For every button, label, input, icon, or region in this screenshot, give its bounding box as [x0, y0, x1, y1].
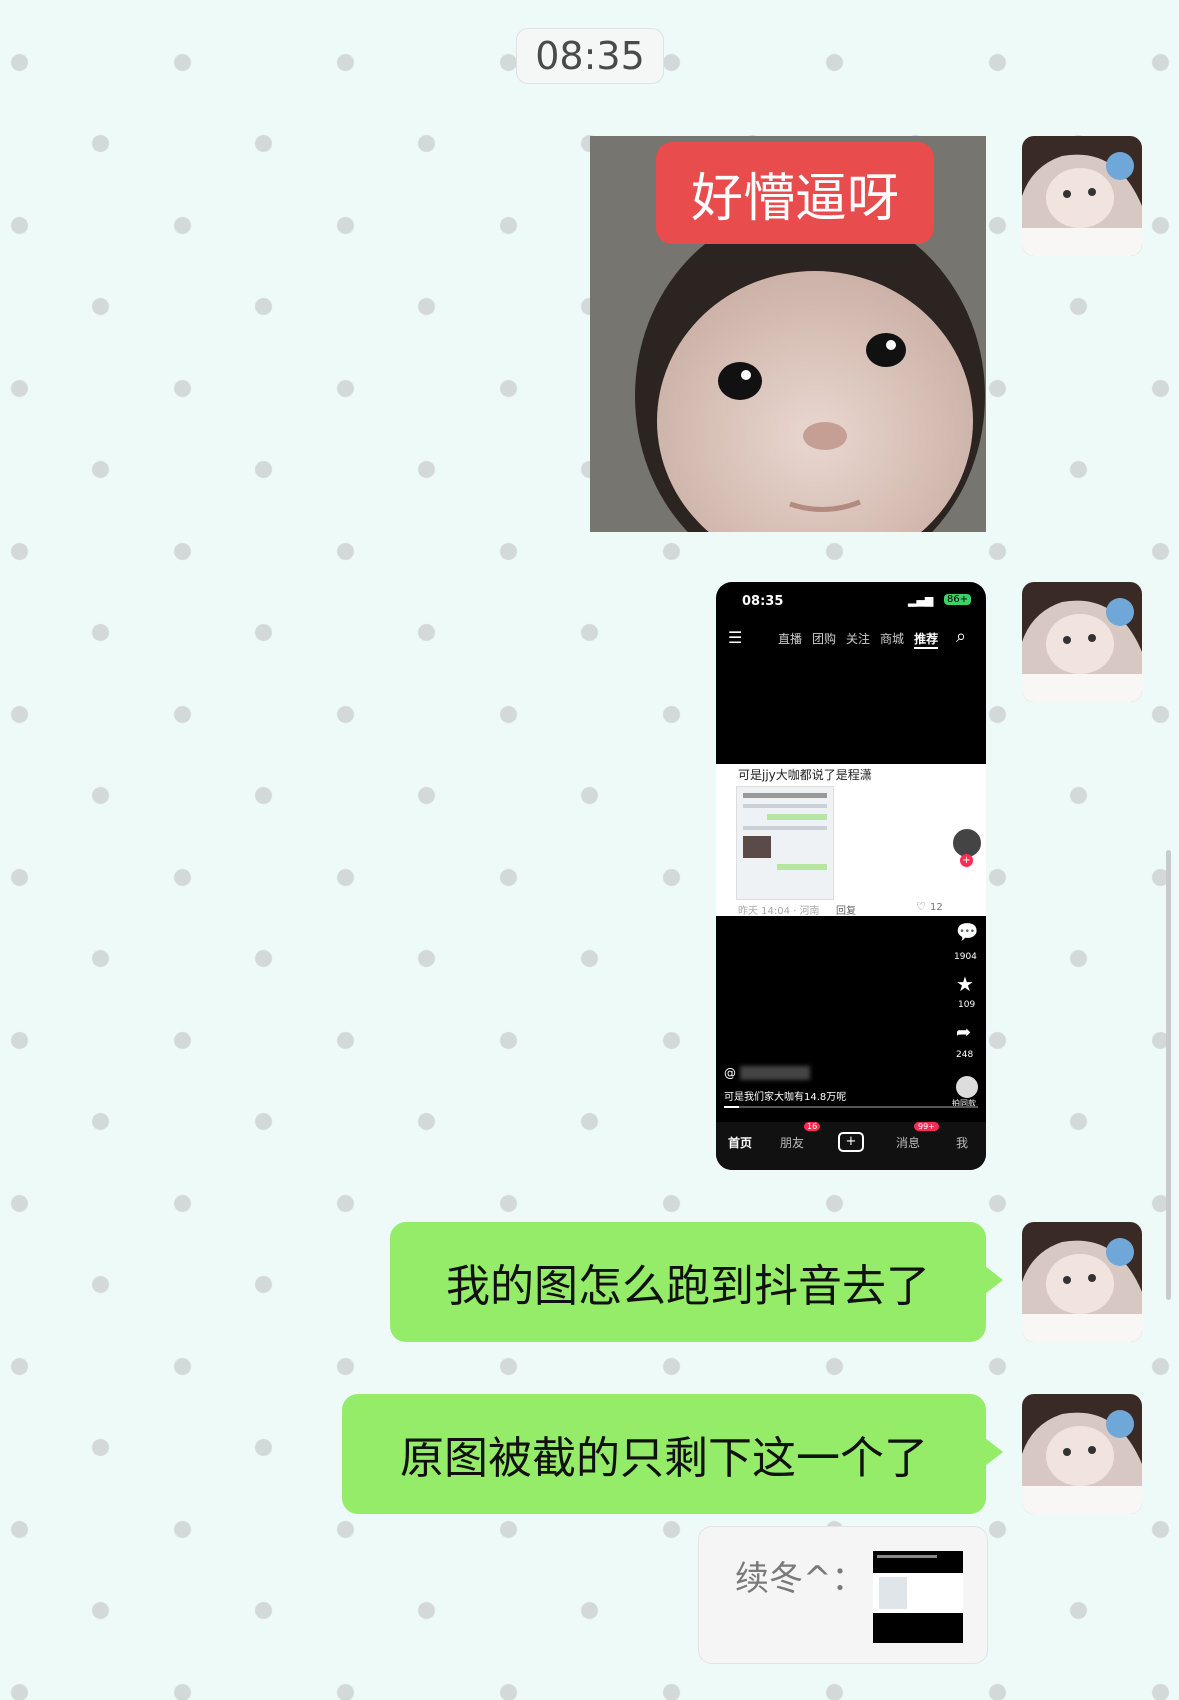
- comment-text: 可是jjy大咖都说了是程潇: [738, 768, 872, 782]
- sticker-caption: 好懵逼呀: [690, 168, 899, 229]
- avatar-photo: [1022, 136, 1142, 256]
- share-count: 248: [956, 1050, 974, 1060]
- share-icon[interactable]: ➦: [956, 1022, 971, 1043]
- avatar[interactable]: [1022, 136, 1142, 256]
- nav-home[interactable]: 首页: [728, 1134, 752, 1151]
- avatar-photo: [1022, 1394, 1142, 1514]
- comment-icon[interactable]: 💬: [956, 922, 978, 943]
- avatar[interactable]: [1022, 582, 1142, 702]
- message-bubble[interactable]: 原图被截的只剩下这一个了: [342, 1394, 986, 1514]
- tab-follow[interactable]: 关注: [846, 630, 870, 649]
- reply-link[interactable]: 回复: [836, 902, 856, 917]
- tab-recommend[interactable]: 推荐: [914, 630, 939, 649]
- star-count: 109: [958, 1000, 976, 1010]
- status-time: 08:35: [742, 594, 784, 609]
- bubble-tail: [985, 1438, 1003, 1466]
- friends-badge: 16: [804, 1122, 821, 1131]
- avatar[interactable]: [1022, 1394, 1142, 1514]
- messages-badge: 99+: [914, 1122, 939, 1131]
- douyin-screenshot-image[interactable]: 08:35 ▂▄▆ 86+ ☰ 直播 团购 关注 商城 推荐 ⌕ 可是jjy大咖…: [716, 582, 986, 1170]
- message-text: 我的图怎么跑到抖音去了: [446, 1261, 930, 1312]
- timestamp: 08:35: [516, 28, 664, 84]
- heart-icon[interactable]: ♡: [916, 900, 926, 913]
- music-disc-icon[interactable]: [956, 1076, 978, 1098]
- sticker-caption-banner: 好懵逼呀: [656, 142, 934, 244]
- scrollbar[interactable]: [1166, 850, 1171, 1300]
- follow-plus-icon[interactable]: +: [960, 854, 973, 867]
- quote-author: 续冬^：: [735, 1559, 866, 1599]
- blurred-username: [740, 1066, 810, 1080]
- quoted-message[interactable]: 续冬^：: [698, 1526, 988, 1664]
- quote-thumbnail[interactable]: [873, 1551, 963, 1643]
- avatar-photo: [1022, 1222, 1142, 1342]
- progress-bar[interactable]: [724, 1106, 978, 1108]
- star-icon[interactable]: ★: [956, 972, 974, 996]
- tab-mall[interactable]: 商城: [880, 630, 904, 649]
- battery-icon: 86+: [944, 594, 972, 605]
- video-description: 可是我们家大咖有14.8万呢: [724, 1092, 847, 1103]
- bottom-nav: 首页 朋友 16 + 消息 99+ 我: [716, 1122, 986, 1170]
- author-handle[interactable]: @: [724, 1066, 736, 1080]
- search-icon[interactable]: ⌕: [956, 626, 966, 647]
- create-plus-icon[interactable]: +: [838, 1132, 864, 1152]
- comment-thumbnail[interactable]: [736, 786, 834, 900]
- message-text: 原图被截的只剩下这一个了: [400, 1433, 928, 1484]
- tab-bar: 直播 团购 关注 商城 推荐: [778, 630, 939, 649]
- sticker-image[interactable]: 好懵逼呀: [590, 136, 986, 532]
- nav-messages[interactable]: 消息: [896, 1134, 920, 1151]
- message-bubble[interactable]: 我的图怎么跑到抖音去了: [390, 1222, 986, 1342]
- signal-icon: ▂▄▆: [908, 594, 934, 607]
- comment-count: 1904: [954, 952, 977, 962]
- avatar-photo: [1022, 582, 1142, 702]
- nav-me[interactable]: 我: [956, 1134, 968, 1151]
- comment-like-count: 12: [930, 902, 943, 913]
- bubble-tail: [985, 1266, 1003, 1294]
- nav-friends[interactable]: 朋友: [780, 1134, 804, 1151]
- comment-card: 可是jjy大咖都说了是程潇 昨天 14:04 · 河南 回复 ♡ 12: [716, 764, 986, 917]
- comment-meta: 昨天 14:04 · 河南: [738, 906, 820, 917]
- avatar[interactable]: [1022, 1222, 1142, 1342]
- tab-group[interactable]: 团购: [812, 630, 836, 649]
- tab-live[interactable]: 直播: [778, 630, 802, 649]
- menu-icon: ☰: [728, 628, 743, 647]
